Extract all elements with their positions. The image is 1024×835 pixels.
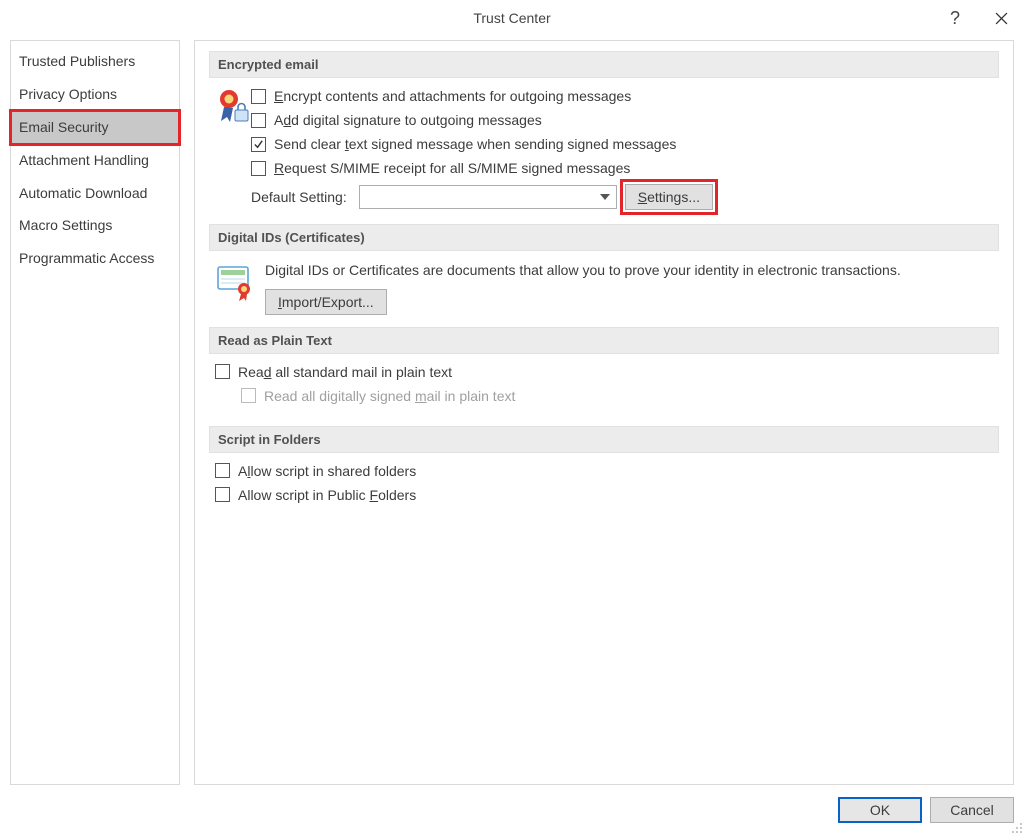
label-add-signature: Add digital signature to outgoing messag… <box>274 112 542 128</box>
row-add-signature: Add digital signature to outgoing messag… <box>251 112 993 128</box>
help-button[interactable]: ? <box>932 0 978 36</box>
label-script-shared: Allow script in shared folders <box>238 463 416 479</box>
checkbox-read-signed-plain <box>241 388 256 403</box>
dialog-footer: OK Cancel <box>838 797 1014 823</box>
checkbox-script-public[interactable] <box>215 487 230 502</box>
checkbox-encrypt-contents[interactable] <box>251 89 266 104</box>
label-script-public: Allow script in Public Folders <box>238 487 416 503</box>
sidebar-item-automatic-download[interactable]: Automatic Download <box>11 177 179 210</box>
checkbox-add-signature[interactable] <box>251 113 266 128</box>
row-request-receipt: Request S/MIME receipt for all S/MIME si… <box>251 160 993 176</box>
sidebar-item-privacy-options[interactable]: Privacy Options <box>11 78 179 111</box>
default-setting-combo[interactable] <box>359 185 617 209</box>
sidebar-item-macro-settings[interactable]: Macro Settings <box>11 209 179 242</box>
label-request-receipt: Request S/MIME receipt for all S/MIME si… <box>274 160 630 176</box>
section-script: Allow script in shared folders Allow scr… <box>209 463 999 525</box>
resize-grip[interactable] <box>1010 821 1024 835</box>
sidebar-item-email-security[interactable]: Email Security <box>11 111 179 144</box>
row-send-clear: Send clear text signed message when send… <box>251 136 993 152</box>
label-read-signed-plain: Read all digitally signed mail in plain … <box>264 388 515 404</box>
sidebar-item-trusted-publishers[interactable]: Trusted Publishers <box>11 45 179 78</box>
section-header-plain-text: Read as Plain Text <box>209 327 999 354</box>
sidebar-item-programmatic-access[interactable]: Programmatic Access <box>11 242 179 275</box>
ok-button[interactable]: OK <box>838 797 922 823</box>
label-encrypt-contents: Encrypt contents and attachments for out… <box>274 88 631 104</box>
trust-center-dialog: Trust Center ? Trusted Publishers Privac… <box>0 0 1024 835</box>
certificate-icon <box>215 261 255 301</box>
digital-ids-description: Digital IDs or Certificates are document… <box>265 261 993 281</box>
titlebar: Trust Center ? <box>0 0 1024 36</box>
section-header-encrypted-email: Encrypted email <box>209 51 999 78</box>
import-export-button[interactable]: Import/Export... <box>265 289 387 315</box>
row-read-all-plain: Read all standard mail in plain text <box>215 364 993 380</box>
section-encrypted-email: Encrypt contents and attachments for out… <box>209 88 999 224</box>
close-button[interactable] <box>978 0 1024 36</box>
row-script-shared: Allow script in shared folders <box>215 463 993 479</box>
window-controls: ? <box>932 0 1024 36</box>
section-header-script: Script in Folders <box>209 426 999 453</box>
checkbox-send-clear[interactable] <box>251 137 266 152</box>
ribbon-lock-icon <box>215 88 251 132</box>
section-digital-ids: Digital IDs or Certificates are document… <box>209 261 999 327</box>
window-title: Trust Center <box>0 10 1024 26</box>
section-plain-text: Read all standard mail in plain text Rea… <box>209 364 999 426</box>
close-icon <box>995 12 1008 25</box>
settings-button[interactable]: Settings... <box>625 184 713 210</box>
section-header-digital-ids: Digital IDs (Certificates) <box>209 224 999 251</box>
chevron-down-icon <box>598 189 612 205</box>
content-pane: Encrypted email Encrypt contents and att… <box>194 40 1014 785</box>
row-encrypt-contents: Encrypt contents and attachments for out… <box>251 88 993 104</box>
cancel-button[interactable]: Cancel <box>930 797 1014 823</box>
row-script-public: Allow script in Public Folders <box>215 487 993 503</box>
label-send-clear: Send clear text signed message when send… <box>274 136 676 152</box>
row-read-signed-plain: Read all digitally signed mail in plain … <box>241 388 993 404</box>
category-sidebar: Trusted Publishers Privacy Options Email… <box>10 40 180 785</box>
checkbox-script-shared[interactable] <box>215 463 230 478</box>
checkbox-request-receipt[interactable] <box>251 161 266 176</box>
default-setting-label: Default Setting: <box>251 189 347 205</box>
checkbox-read-all-plain[interactable] <box>215 364 230 379</box>
dialog-body: Trusted Publishers Privacy Options Email… <box>10 40 1014 785</box>
sidebar-item-attachment-handling[interactable]: Attachment Handling <box>11 144 179 177</box>
label-read-all-plain: Read all standard mail in plain text <box>238 364 452 380</box>
